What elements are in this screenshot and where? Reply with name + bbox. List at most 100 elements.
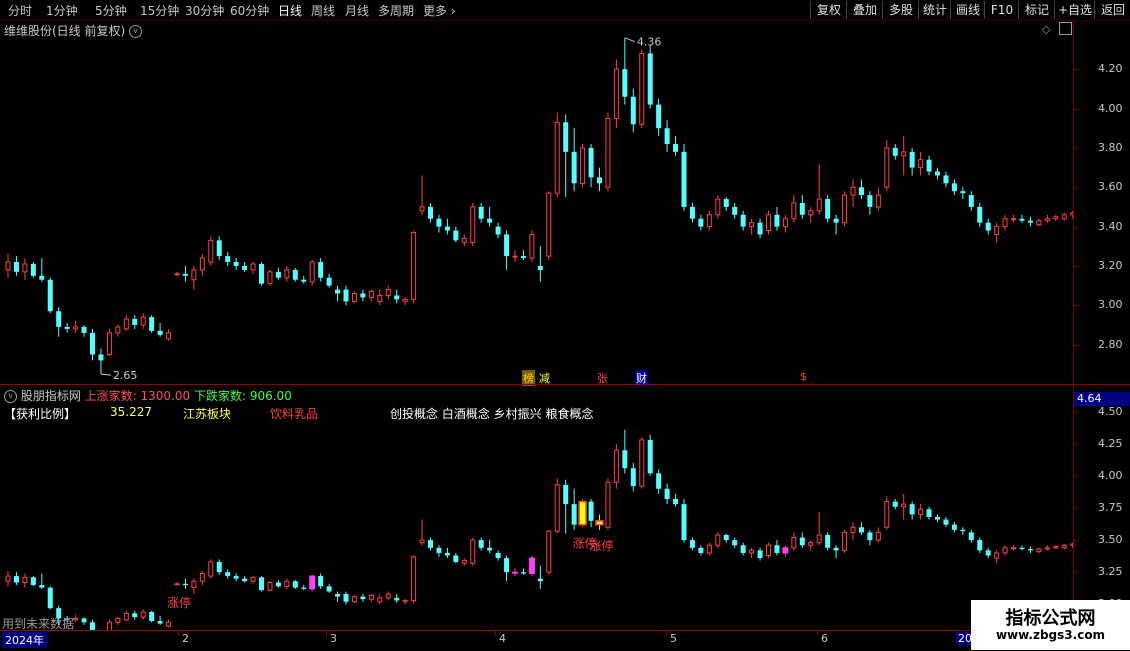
candle-body-up <box>174 583 180 586</box>
mark-button[interactable]: 标记 <box>1018 1 1055 19</box>
candle-body-down <box>292 269 298 280</box>
candle-body-down <box>909 504 915 515</box>
indicator-tick-label: 3.75 <box>1098 501 1123 514</box>
candle-body-down <box>622 69 628 97</box>
candle-body-down <box>943 519 949 525</box>
candle-body-up <box>123 318 129 330</box>
price-candlestick-chart[interactable]: 4.362.65 <box>0 20 1073 384</box>
indicator-chart[interactable]: 涨停涨停涨停 <box>0 386 1073 630</box>
candle <box>335 591 341 602</box>
candle <box>22 573 28 588</box>
candle <box>901 136 907 176</box>
add-watchlist-button[interactable]: +自选 <box>1054 1 1095 19</box>
draw-line-button[interactable]: 画线 <box>950 1 985 19</box>
watermark-title: 指标公式网 <box>1005 608 1096 629</box>
f10-button[interactable]: F10 <box>984 1 1019 19</box>
candle <box>808 540 814 551</box>
candle-body-up <box>309 261 315 283</box>
candle-body-up <box>546 192 552 257</box>
candle <box>749 218 755 235</box>
candle <box>850 179 856 207</box>
candle-body-down <box>182 583 188 586</box>
candle-body-up <box>850 186 856 196</box>
candle <box>250 576 256 584</box>
candle-body-up <box>994 552 1000 559</box>
candle-body-up <box>605 481 611 528</box>
candle <box>588 499 594 528</box>
candle-body-down <box>504 234 510 257</box>
candle-body-up <box>918 508 924 515</box>
highlight-body <box>528 557 535 574</box>
date-label-apr: 4 <box>499 632 506 645</box>
candle-body-down <box>182 273 188 276</box>
candle-body-down <box>563 122 569 152</box>
candle-body-up <box>377 294 383 302</box>
candle-body-up <box>461 560 467 564</box>
candle <box>563 114 569 198</box>
candle-body-down <box>453 555 459 562</box>
candle-body-down <box>943 175 949 184</box>
candle-body-up <box>639 439 645 487</box>
candle-body-down <box>698 547 704 553</box>
candle-body-down <box>520 256 526 259</box>
period-30min[interactable]: 30分钟 <box>185 2 224 19</box>
price-tick-label: 3.40 <box>1098 219 1123 233</box>
candle-body-down <box>335 289 341 294</box>
candle <box>5 570 11 587</box>
candle-body-up <box>706 544 712 554</box>
period-1min[interactable]: 1分钟 <box>46 2 78 19</box>
period-fenshi[interactable]: 分时 <box>8 2 32 19</box>
candle <box>275 579 281 588</box>
candle-body-down <box>343 289 349 302</box>
candle-body-down <box>571 504 577 525</box>
candle-body-up <box>385 593 391 599</box>
candle-body-up <box>715 198 721 216</box>
period-more[interactable]: 更多 › <box>423 2 456 19</box>
candle <box>757 218 763 239</box>
candle <box>216 559 222 575</box>
candle <box>782 545 789 557</box>
candle <box>994 222 1000 243</box>
candle <box>30 576 36 587</box>
back-button[interactable]: 返回 <box>1094 1 1130 19</box>
period-monthly[interactable]: 月线 <box>345 2 369 19</box>
candle <box>140 609 146 620</box>
candle-body-up <box>842 531 848 551</box>
candle <box>1011 545 1017 551</box>
candle <box>664 120 670 152</box>
overlay-button[interactable]: 叠加 <box>846 1 883 19</box>
candle <box>1044 545 1050 551</box>
candle <box>191 265 197 290</box>
candle <box>419 519 425 546</box>
fuquan-button[interactable]: 复权 <box>810 1 847 19</box>
candle-body-up <box>1053 546 1059 549</box>
candle <box>791 195 797 223</box>
candle <box>833 545 839 559</box>
period-daily[interactable]: 日线 <box>278 2 302 19</box>
price-tick-label: 3.60 <box>1098 180 1123 194</box>
period-15min[interactable]: 15分钟 <box>140 2 179 19</box>
candle <box>284 265 290 282</box>
candle-body-down <box>233 262 239 266</box>
candle <box>487 206 493 227</box>
period-multi[interactable]: 多周期 <box>378 2 414 19</box>
candle <box>791 532 797 551</box>
candle <box>157 323 163 337</box>
multi-stock-button[interactable]: 多股 <box>882 1 919 19</box>
period-60min[interactable]: 60分钟 <box>230 2 269 19</box>
candle-body-up <box>191 580 197 589</box>
candle <box>428 202 433 223</box>
marker-dollar[interactable]: $ <box>799 370 808 383</box>
chevron-right-icon: › <box>447 4 456 18</box>
candle-body-down <box>935 516 940 520</box>
candle-body-up <box>267 271 273 285</box>
date-tick <box>326 630 327 636</box>
stats-button[interactable]: 统计 <box>918 1 951 19</box>
candle <box>90 328 95 361</box>
period-weekly[interactable]: 周线 <box>311 2 335 19</box>
period-5min[interactable]: 5分钟 <box>95 2 127 19</box>
candle-body-up <box>123 612 129 621</box>
candle-body-up <box>1061 544 1067 549</box>
candle <box>13 572 19 586</box>
candle <box>140 313 146 329</box>
